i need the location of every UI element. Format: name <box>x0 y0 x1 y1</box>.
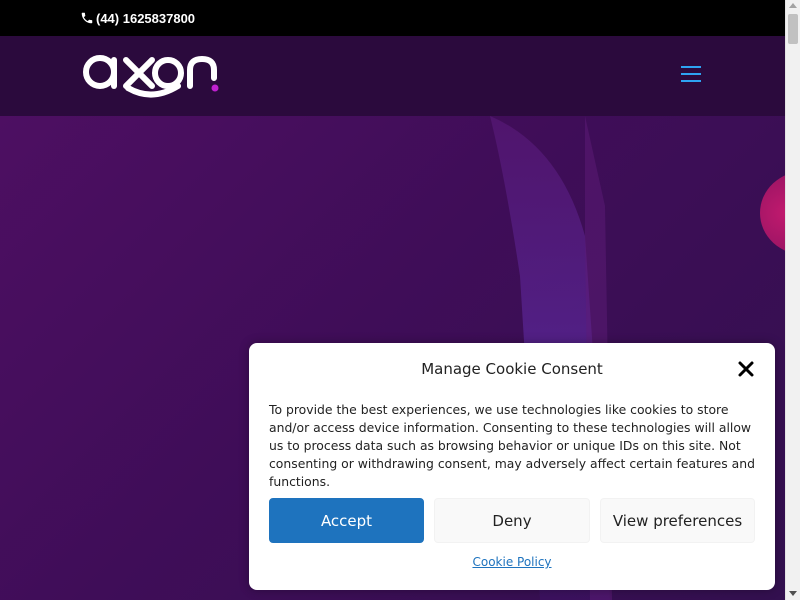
accept-button[interactable]: Accept <box>269 498 424 543</box>
deny-button[interactable]: Deny <box>434 498 590 543</box>
site-header <box>0 36 785 116</box>
hamburger-menu-icon[interactable] <box>681 66 701 82</box>
page-scrollbar[interactable] <box>785 0 800 600</box>
scroll-down-icon[interactable] <box>789 591 797 596</box>
view-preferences-button[interactable]: View preferences <box>600 498 755 543</box>
scroll-thumb[interactable] <box>788 14 798 44</box>
cookie-policy-link[interactable]: Cookie Policy <box>249 555 775 569</box>
axon-logo[interactable] <box>82 50 224 100</box>
cookie-consent-modal: Manage Cookie Consent To provide the bes… <box>249 343 775 590</box>
phone-icon <box>81 12 93 24</box>
phone-number[interactable]: (44) 1625837800 <box>96 11 195 26</box>
cookie-description: To provide the best experiences, we use … <box>269 402 755 489</box>
scroll-up-icon[interactable] <box>789 3 797 8</box>
top-bar: (44) 1625837800 <box>0 0 785 36</box>
cookie-modal-title: Manage Cookie Consent <box>421 360 603 378</box>
close-icon[interactable] <box>737 360 755 378</box>
